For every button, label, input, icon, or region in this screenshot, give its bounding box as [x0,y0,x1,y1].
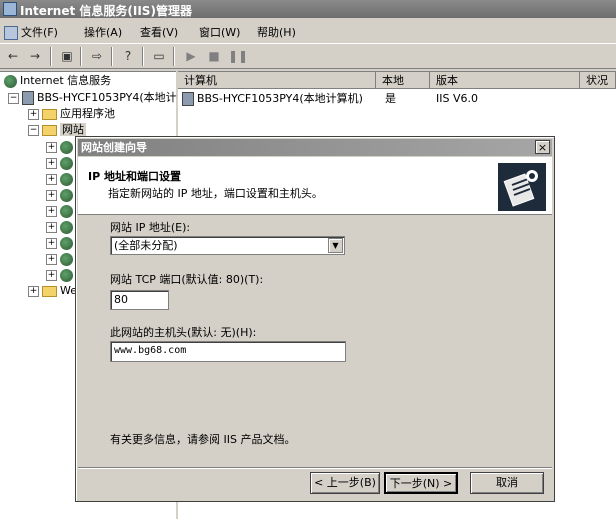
computer-icon[interactable]: ▭ [150,47,168,65]
forward-icon[interactable]: → [26,47,44,65]
folder-icon [42,108,57,120]
toolbar-separator [80,47,82,66]
pause-icon[interactable]: ❚❚ [228,47,248,65]
iis-app-icon [3,2,17,16]
menu-file[interactable]: 文件(F) [4,24,58,40]
tree-site[interactable]: + [46,203,76,219]
window-title-bar: Internet 信息服务(IIS)管理器 [0,0,616,18]
website-icon [60,156,73,170]
expand-icon[interactable]: + [28,108,39,120]
back-icon[interactable]: ← [4,47,22,65]
toolbar-separator [111,47,113,66]
menu-bar: 文件(F) 操作(A) 查看(V) 窗口(W) 帮助(H) [0,20,616,42]
website-creation-wizard: 网站创建向导 × IP 地址和端口设置 指定新网站的 IP 地址，端口设置和主机… [75,136,555,502]
website-icon [60,140,73,154]
mmc-icon [4,26,18,40]
website-icon [60,204,73,218]
console-icon[interactable]: ▣ [58,47,76,65]
column-header-version[interactable]: 版本 [430,72,580,89]
tcp-port-label: 网站 TCP 端口(默认值: 80)(T): [110,273,264,286]
tree-site[interactable]: + [46,139,76,155]
menu-action[interactable]: 操作(A) [84,24,122,40]
column-header-status[interactable]: 状况 [580,72,616,89]
cell-version: IIS V6.0 [436,92,478,105]
folder-icon [42,285,57,297]
wizard-icon [498,163,546,211]
toolbar-separator [50,47,52,66]
expand-icon[interactable]: + [46,205,57,217]
tree-app-pools[interactable]: + 应用程序池 [28,106,115,122]
toolbar: ← → ▣ ⇨ ? ▭ ▶ ■ ❚❚ [0,43,616,69]
host-header-label: 此网站的主机头(默认: 无)(H): [110,326,257,339]
tcp-port-input[interactable]: 80 [110,290,169,310]
tree-site[interactable]: + [46,155,76,171]
tree-web-extensions[interactable]: + We [28,283,77,299]
tree-server[interactable]: − BBS-HYCF1053PY4(本地计 [8,90,177,106]
back-button[interactable]: < 上一步(B) [310,472,380,494]
tree-site[interactable]: + [46,219,76,235]
expand-icon[interactable]: + [46,157,57,169]
ip-address-label: 网站 IP 地址(E): [110,221,191,234]
chevron-down-icon[interactable]: ▼ [328,238,343,253]
expand-icon[interactable]: + [46,269,57,281]
play-icon[interactable]: ▶ [182,47,200,65]
tree-root[interactable]: Internet 信息服务 [4,73,111,89]
cancel-button[interactable]: 取消 [470,472,544,494]
help-icon[interactable]: ? [119,47,137,65]
dialog-title-bar: 网站创建向导 × [78,139,552,156]
folder-open-icon [42,124,57,136]
menu-view[interactable]: 查看(V) [140,24,178,40]
tree-site[interactable]: + [46,187,76,203]
column-header-local[interactable]: 本地 [376,72,430,89]
wizard-header: IP 地址和端口设置 指定新网站的 IP 地址，端口设置和主机头。 [78,157,552,215]
wizard-step-subtitle: 指定新网站的 IP 地址，端口设置和主机头。 [108,187,323,200]
table-row[interactable]: BBS-HYCF1053PY4(本地计算机) [182,91,363,107]
website-icon [60,220,73,234]
next-button[interactable]: 下一步(N) > [384,472,458,494]
expand-icon[interactable]: + [46,253,57,265]
website-icon [60,188,73,202]
dialog-title: 网站创建向导 [81,141,147,154]
collapse-icon[interactable]: − [8,92,19,104]
wizard-step-title: IP 地址和端口设置 [88,170,181,183]
collapse-icon[interactable]: − [28,124,39,136]
button-divider [78,467,552,469]
expand-icon[interactable]: + [46,237,57,249]
stop-icon[interactable]: ■ [205,47,223,65]
expand-icon[interactable]: + [46,221,57,233]
window-title: Internet 信息服务(IIS)管理器 [20,4,192,18]
tree-site[interactable]: + [46,235,76,251]
website-icon [60,236,73,250]
website-icon [60,252,73,266]
ip-address-select[interactable]: (全部未分配) ▼ [110,236,345,255]
toolbar-separator [142,47,144,66]
tree-site[interactable]: + [46,251,76,267]
expand-icon[interactable]: + [46,173,57,185]
website-icon [60,172,73,186]
expand-icon[interactable]: + [46,189,57,201]
close-icon[interactable]: × [535,140,550,154]
cell-local: 是 [385,92,396,105]
website-icon [60,268,73,282]
menu-window[interactable]: 窗口(W) [199,24,240,40]
more-info-text: 有关更多信息，请参阅 IIS 产品文档。 [110,433,296,446]
iis-root-icon [4,74,17,88]
server-icon [22,91,34,105]
tree-site[interactable]: + [46,267,76,283]
export-icon[interactable]: ⇨ [88,47,106,65]
column-header-computer[interactable]: 计算机 [178,72,376,89]
toolbar-separator [173,47,175,66]
host-header-input[interactable]: www.bg68.com [110,341,346,362]
expand-icon[interactable]: + [46,141,57,153]
menu-help[interactable]: 帮助(H) [257,24,296,40]
expand-icon[interactable]: + [28,285,39,297]
server-icon [182,92,194,106]
tree-site[interactable]: + [46,171,76,187]
